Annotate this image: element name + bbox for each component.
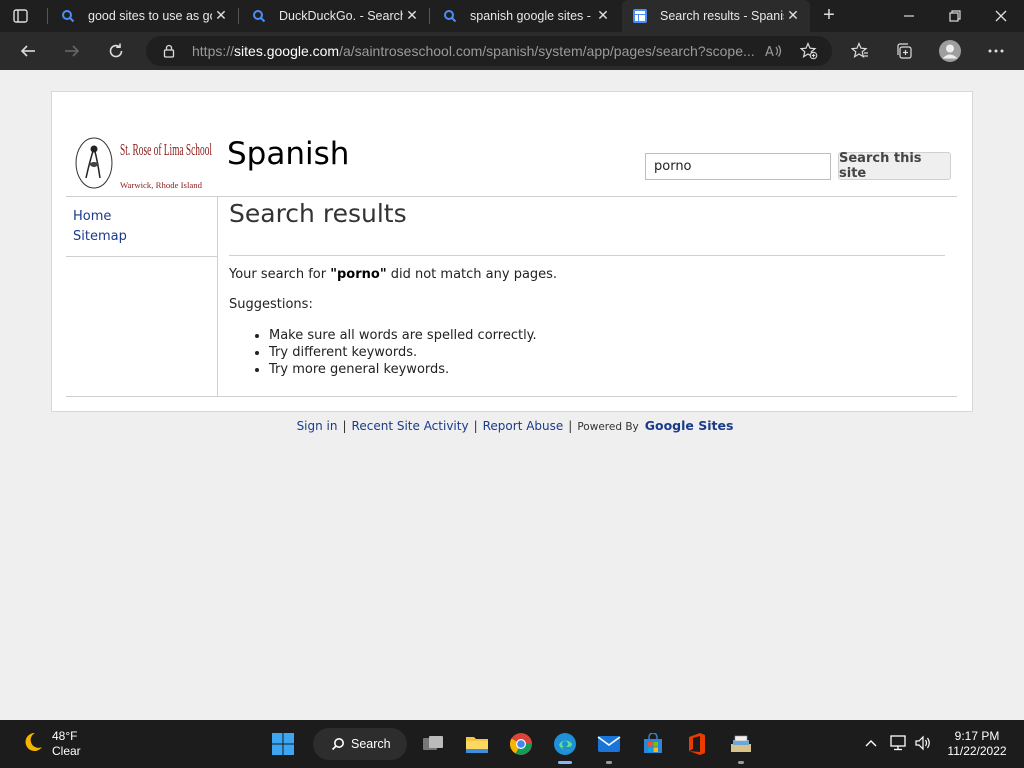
tab-title: DuckDuckGo. - Search (279, 9, 403, 23)
taskbar-search-label: Search (351, 737, 391, 751)
forward-icon[interactable] (58, 37, 86, 65)
office-icon[interactable] (681, 728, 713, 760)
title-divider (229, 255, 945, 256)
site-search-input[interactable] (645, 153, 831, 180)
microsoft-store-icon[interactable] (637, 728, 669, 760)
browser-tab-bar: good sites to use as go ✕ DuckDuckGo. - … (0, 0, 1024, 32)
system-clock[interactable]: 9:17 PM 11/22/2022 (944, 729, 1010, 759)
start-windows-icon[interactable] (267, 728, 299, 760)
tab-separator (47, 8, 48, 24)
browser-toolbar: https://sites.google.com/a/saintrosescho… (0, 32, 1024, 70)
search-query: "porno" (330, 267, 387, 282)
tab-0[interactable]: good sites to use as go ✕ (50, 0, 238, 32)
minimize-icon[interactable] (886, 0, 932, 32)
sidebar-nav: Home Sitemap (66, 197, 218, 396)
moon-icon (20, 730, 44, 759)
refresh-icon[interactable] (102, 37, 130, 65)
footer-separator: | (568, 419, 573, 433)
back-icon[interactable] (14, 37, 42, 65)
volume-icon[interactable] (912, 732, 934, 754)
weather-widget[interactable]: 48°F Clear (20, 729, 81, 759)
more-menu-icon[interactable] (982, 37, 1010, 65)
logo-text: St. Rose of Lima School (120, 140, 212, 159)
recent-activity-link[interactable]: Recent Site Activity (352, 419, 469, 433)
list-item: Make sure all words are spelled correctl… (269, 327, 537, 344)
favorites-icon[interactable] (846, 37, 874, 65)
search-results-content: Search results Your search for "porno" d… (229, 197, 957, 396)
footer-separator: | (473, 419, 478, 433)
powered-by-label: Powered By (577, 421, 639, 433)
svg-text:A: A (765, 45, 774, 59)
tab-2[interactable]: spanish google sites - S ✕ (432, 0, 620, 32)
tab-1[interactable]: DuckDuckGo. - Search ✕ (241, 0, 429, 32)
sign-in-link[interactable]: Sign in (297, 419, 338, 433)
edge-icon[interactable] (549, 728, 581, 764)
url-path: /a/saintroseschool.com/spanish/system/ap… (339, 43, 755, 59)
collections-icon[interactable] (890, 37, 918, 65)
close-tab-icon[interactable]: ✕ (214, 8, 228, 22)
url-text[interactable]: https://sites.google.com/a/saintrosescho… (192, 43, 762, 59)
google-sites-link[interactable]: Google Sites (645, 418, 734, 433)
chevron-up-icon[interactable] (860, 732, 882, 754)
site-page: St. Rose of Lima School Warwick, Rhode I… (51, 91, 973, 412)
sidebar-divider (66, 256, 217, 257)
close-tab-icon[interactable]: ✕ (405, 8, 419, 22)
tab-title: good sites to use as go (88, 9, 212, 23)
url-host: sites.google.com (234, 43, 340, 59)
footer-divider (66, 396, 957, 397)
msg-prefix: Your search for (229, 267, 331, 282)
app-icon[interactable] (725, 728, 757, 764)
footer-separator: | (342, 419, 347, 433)
search-icon (60, 8, 76, 24)
page-title: Search results (229, 199, 407, 228)
close-window-icon[interactable] (978, 0, 1024, 32)
weather-condition: Clear (52, 744, 81, 758)
report-abuse-link[interactable]: Report Abuse (483, 419, 564, 433)
suggestions-list: Make sure all words are spelled correctl… (269, 327, 537, 378)
search-icon (331, 737, 345, 751)
logo-subtext: Warwick, Rhode Island (120, 181, 202, 190)
mail-icon[interactable] (593, 728, 625, 764)
sidebar-item-sitemap[interactable]: Sitemap (73, 227, 127, 247)
clock-time: 9:17 PM (954, 729, 1000, 743)
sites-page-icon (632, 8, 648, 24)
task-view-icon[interactable] (417, 728, 449, 760)
weather-temp: 48°F (52, 729, 78, 743)
taskbar-search-button[interactable]: Search (313, 728, 407, 760)
list-item: Try more general keywords. (269, 361, 537, 378)
tab-actions-icon[interactable] (10, 6, 38, 26)
read-aloud-icon[interactable]: A (764, 42, 782, 60)
site-footer: Sign in | Recent Site Activity | Report Abus… (0, 418, 1024, 433)
windows-taskbar: 48°F Clear Search 9:17 PM 11/22/2022 (0, 720, 1024, 768)
list-item: Try different keywords. (269, 344, 537, 361)
clock-date: 11/22/2022 (947, 744, 1007, 758)
address-bar[interactable]: https://sites.google.com/a/saintrosescho… (146, 36, 832, 66)
msg-suffix: did not match any pages. (386, 267, 558, 282)
add-favorite-icon[interactable] (800, 42, 818, 60)
search-this-site-button[interactable]: Search this site (838, 151, 951, 181)
profile-avatar-icon[interactable] (936, 37, 964, 65)
close-tab-icon[interactable]: ✕ (786, 8, 800, 22)
tab-title: Search results - Spanish (660, 9, 784, 23)
network-icon[interactable] (887, 732, 909, 754)
new-tab-icon[interactable]: + (818, 5, 840, 26)
tab-separator (238, 8, 239, 24)
nav-list: Home Sitemap (66, 207, 127, 247)
suggestions-label: Suggestions: (229, 297, 313, 312)
school-logo[interactable]: St. Rose of Lima School Warwick, Rhode I… (74, 136, 216, 194)
site-title[interactable]: Spanish (227, 136, 349, 172)
sidebar-item-home[interactable]: Home (73, 207, 127, 227)
close-tab-icon[interactable]: ✕ (596, 8, 610, 22)
no-results-message: Your search for "porno" did not match an… (229, 267, 557, 282)
search-icon (442, 8, 458, 24)
url-prefix: https:// (192, 43, 235, 59)
lock-icon[interactable] (162, 44, 176, 63)
tab-separator (429, 8, 430, 24)
file-explorer-icon[interactable] (461, 728, 493, 760)
restore-icon[interactable] (932, 0, 978, 32)
tab-title: spanish google sites - S (470, 9, 594, 23)
chrome-icon[interactable] (505, 728, 537, 760)
tab-3-active[interactable]: Search results - Spanish ✕ (622, 0, 810, 32)
search-icon (251, 8, 267, 24)
